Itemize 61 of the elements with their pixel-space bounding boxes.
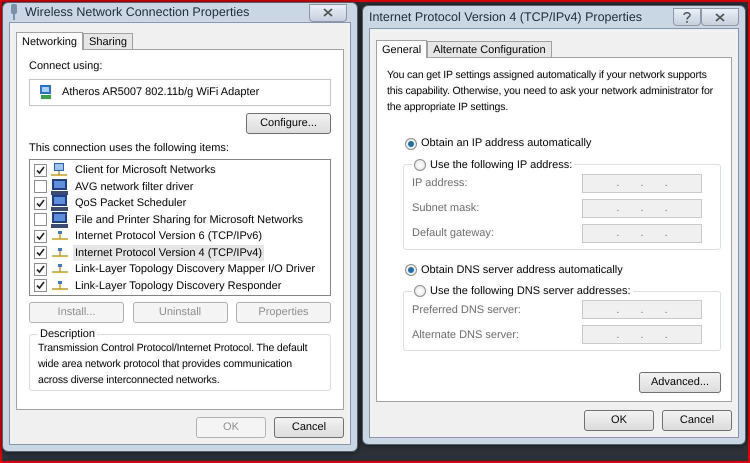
- field-label: IP address:: [412, 176, 468, 191]
- close-icon: [323, 8, 333, 17]
- protocol-icon: [51, 231, 69, 242]
- list-item[interactable]: QoS Packet Scheduler: [73, 195, 188, 212]
- list-item[interactable]: Client for Microsoft Networks: [73, 162, 218, 178]
- radio-button[interactable]: [414, 158, 426, 171]
- tab[interactable]: Sharing: [83, 33, 133, 49]
- window-title: Wireless Network Connection Properties: [25, 4, 250, 22]
- field-label: This connection uses the following items:: [29, 140, 230, 156]
- adapter-name: Atheros AR5007 802.11b/g WiFi Adapter: [62, 84, 260, 100]
- option-label[interactable]: Obtain DNS server address automatically: [421, 262, 623, 278]
- checkbox[interactable]: [34, 213, 47, 226]
- help-icon: [683, 12, 691, 22]
- window-title: Internet Protocol Version 4 (TCP/IPv4) Properties: [369, 8, 642, 26]
- configure-button[interactable]: Configure...: [246, 112, 331, 134]
- list-item[interactable]: Internet Protocol Version 4 (TCP/IPv4): [73, 244, 264, 261]
- group-title: Description: [38, 327, 98, 341]
- protocol-icon: [51, 264, 69, 274]
- help-button[interactable]: [673, 8, 701, 26]
- protocol-icon: [51, 280, 69, 291]
- radio-button[interactable]: [405, 264, 417, 276]
- list-item[interactable]: Link-Layer Topology Discovery Mapper I/O Driver: [73, 261, 318, 278]
- field-label: Connect using:: [29, 59, 104, 74]
- computer-icon: [51, 212, 69, 228]
- computer-icon: [51, 195, 69, 212]
- network-adapter-icon: [38, 84, 54, 100]
- field-label: Alternate DNS server:: [412, 328, 520, 342]
- field-label: Preferred DNS server:: [412, 302, 522, 318]
- checkbox[interactable]: [34, 164, 47, 177]
- tab[interactable]: General: [376, 40, 428, 58]
- checkbox[interactable]: [34, 196, 47, 210]
- radio-button[interactable]: [414, 285, 426, 298]
- close-icon: [715, 12, 725, 22]
- close-button[interactable]: [309, 4, 347, 22]
- advanced-button[interactable]: Advanced...: [639, 372, 721, 393]
- list-item[interactable]: AVG network filter driver: [73, 178, 196, 195]
- option-label[interactable]: Use the following IP address:: [430, 158, 572, 172]
- option-label[interactable]: Obtain an IP address automatically: [421, 135, 592, 152]
- checkbox[interactable]: [34, 279, 47, 292]
- description-text: Transmission Control Protocol/Internet Protocol. The default wide area network protocol that provides communication across diverse interconnected networks.: [38, 341, 308, 388]
- network-computer-icon: [51, 163, 69, 178]
- tab[interactable]: Alternate Configuration: [427, 41, 552, 57]
- checkbox[interactable]: [34, 262, 47, 276]
- radio-button[interactable]: [405, 138, 417, 150]
- field-label: Subnet mask:: [412, 201, 480, 216]
- tab[interactable]: Networking: [16, 32, 84, 50]
- checkbox[interactable]: [34, 180, 47, 194]
- checkbox[interactable]: [34, 230, 47, 243]
- option-label[interactable]: Use the following DNS server addresses:: [430, 284, 631, 298]
- dialog-button[interactable]: OK: [584, 410, 654, 431]
- close-button[interactable]: [701, 8, 739, 26]
- dialog-button[interactable]: Cancel: [274, 417, 344, 438]
- list-item[interactable]: Internet Protocol Version 6 (TCP/IPv6): [73, 228, 264, 244]
- field-label: Default gateway:: [412, 226, 495, 241]
- checkbox[interactable]: [34, 246, 47, 260]
- computer-icon: [51, 178, 69, 195]
- protocol-icon: [51, 248, 69, 258]
- list-item[interactable]: Link-Layer Topology Discovery Responder: [73, 278, 284, 294]
- dialog-button[interactable]: Cancel: [662, 410, 732, 431]
- list-item[interactable]: File and Printer Sharing for Microsoft Networks: [73, 212, 306, 228]
- intro-text: You can get IP settings assigned automatically if your network supports this capability. Otherwise, you need to ask your network administrator for the appropriate IP settings.: [387, 68, 714, 114]
